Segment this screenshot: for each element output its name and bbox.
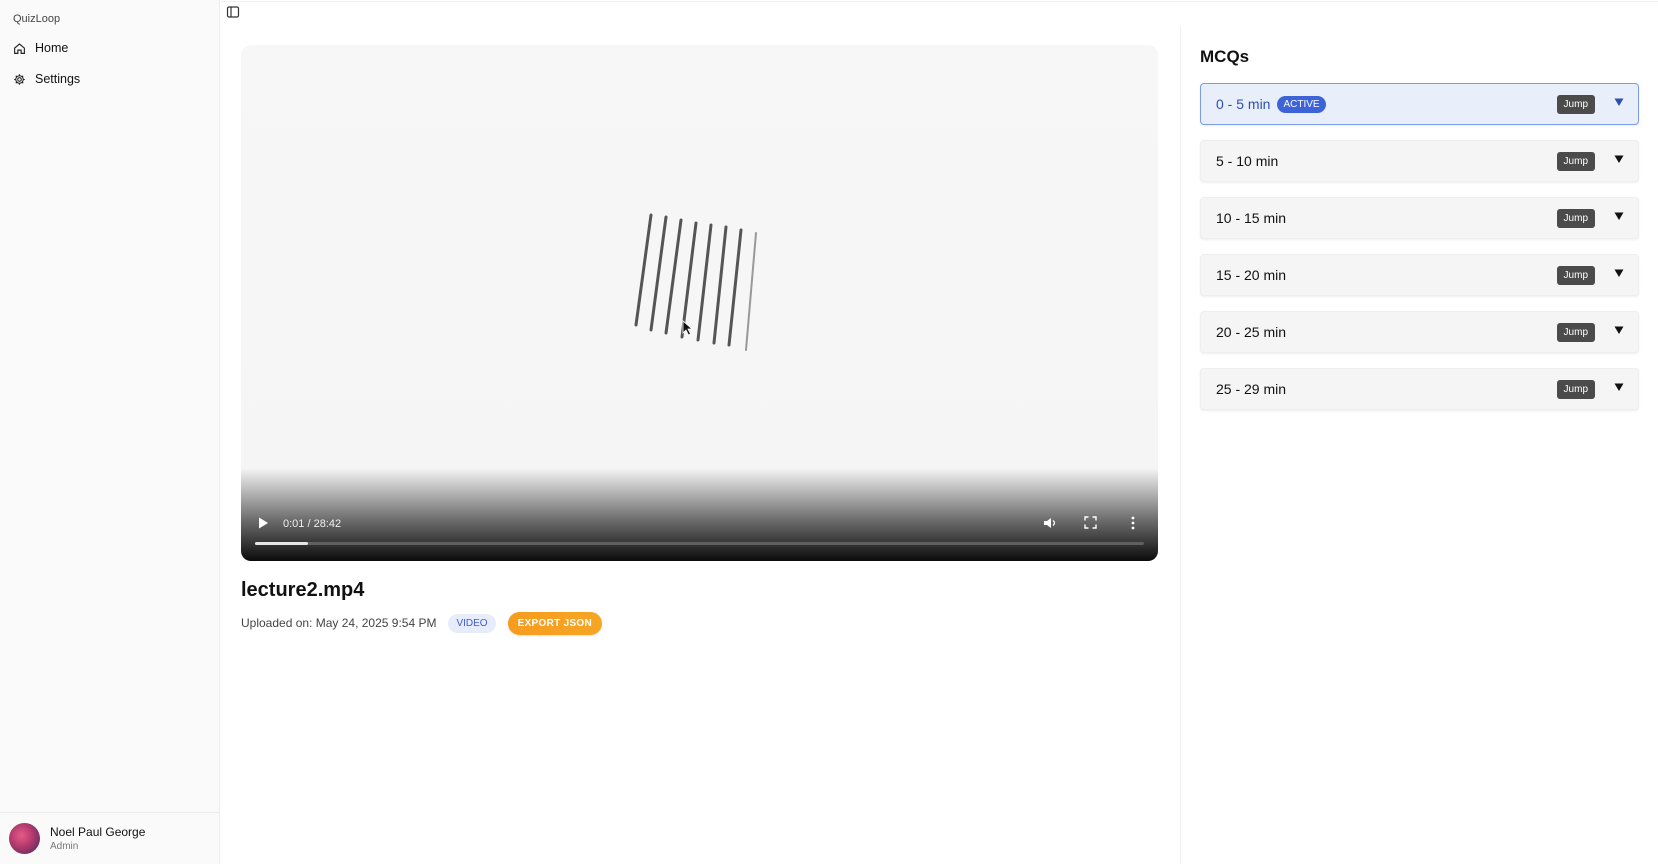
mcq-segment-label: 5 - 10 min bbox=[1216, 153, 1279, 169]
play-icon[interactable] bbox=[256, 516, 270, 530]
expand-arrow-icon[interactable] bbox=[1614, 154, 1624, 164]
video-progress-fill bbox=[255, 542, 309, 545]
sidebar-item-settings[interactable]: Settings bbox=[13, 68, 80, 90]
video-progress-bar[interactable] bbox=[255, 542, 1144, 545]
video-frame-pattern bbox=[634, 213, 757, 351]
expand-arrow-icon[interactable] bbox=[1614, 325, 1624, 335]
user-name: Noel Paul George bbox=[50, 825, 146, 839]
more-options-icon[interactable] bbox=[1130, 515, 1136, 531]
expand-arrow-icon[interactable] bbox=[1614, 211, 1624, 221]
app-brand: QuizLoop bbox=[13, 13, 61, 25]
mcq-segment-label: 0 - 5 min bbox=[1216, 96, 1271, 112]
user-profile[interactable]: Noel Paul George Admin bbox=[0, 812, 219, 864]
mcq-segment-label: 15 - 20 min bbox=[1216, 267, 1287, 283]
avatar bbox=[9, 823, 40, 854]
mcq-segment-list: 0 - 5 min ACTIVE Jump 5 - 10 min Jump 10 - 15… bbox=[1200, 83, 1639, 425]
jump-button[interactable]: Jump bbox=[1556, 266, 1595, 285]
file-meta: Uploaded on: May 24, 2025 9:54 PM VIDEO … bbox=[241, 611, 603, 635]
jump-button[interactable]: Jump bbox=[1556, 95, 1595, 114]
fullscreen-icon[interactable] bbox=[1084, 516, 1097, 529]
export-json-button[interactable]: EXPORT JSON bbox=[507, 611, 603, 635]
sidebar-item-label: Settings bbox=[35, 72, 81, 86]
expand-arrow-icon[interactable] bbox=[1614, 97, 1624, 107]
mcq-segment-item[interactable]: 10 - 15 min Jump bbox=[1200, 197, 1639, 239]
mcq-segment-item[interactable]: 25 - 29 min Jump bbox=[1200, 368, 1639, 410]
sidebar-item-label: Home bbox=[35, 41, 69, 55]
video-time: 0:01 / 28:42 bbox=[283, 518, 342, 530]
jump-button[interactable]: Jump bbox=[1556, 152, 1595, 171]
upload-date: Uploaded on: May 24, 2025 9:54 PM bbox=[241, 616, 437, 630]
mcq-segment-item[interactable]: 20 - 25 min Jump bbox=[1200, 311, 1639, 353]
expand-arrow-icon[interactable] bbox=[1614, 268, 1624, 278]
jump-button[interactable]: Jump bbox=[1556, 209, 1595, 228]
gear-icon bbox=[14, 73, 25, 85]
mcq-segment-label: 25 - 29 min bbox=[1216, 381, 1287, 397]
mouse-cursor-icon bbox=[682, 320, 694, 336]
file-type-badge: VIDEO bbox=[448, 613, 496, 633]
mcq-segment-label: 20 - 25 min bbox=[1216, 324, 1287, 340]
sidebar: QuizLoop Home Settings Noel Paul George … bbox=[0, 0, 220, 864]
jump-button[interactable]: Jump bbox=[1556, 380, 1595, 399]
video-controls: 0:01 / 28:42 bbox=[241, 499, 1158, 561]
mcq-panel-title: MCQs bbox=[1200, 47, 1250, 66]
mcq-segment-item[interactable]: 0 - 5 min ACTIVE Jump bbox=[1200, 83, 1639, 125]
mcq-segment-item[interactable]: 15 - 20 min Jump bbox=[1200, 254, 1639, 296]
home-icon bbox=[14, 42, 25, 54]
user-role: Admin bbox=[50, 841, 79, 852]
mcq-segment-item[interactable]: 5 - 10 min Jump bbox=[1200, 140, 1639, 182]
active-badge: ACTIVE bbox=[1277, 95, 1326, 113]
volume-icon[interactable] bbox=[1042, 515, 1058, 531]
top-border bbox=[221, 0, 1658, 2]
sidebar-toggle-icon[interactable] bbox=[226, 5, 240, 19]
file-title: lecture2.mp4 bbox=[241, 579, 365, 601]
sidebar-item-home[interactable]: Home bbox=[13, 37, 68, 59]
expand-arrow-icon[interactable] bbox=[1614, 382, 1624, 392]
mcq-segment-label: 10 - 15 min bbox=[1216, 210, 1287, 226]
panel-divider bbox=[1180, 26, 1181, 864]
jump-button[interactable]: Jump bbox=[1556, 323, 1595, 342]
video-player[interactable]: 0:01 / 28:42 bbox=[241, 45, 1158, 561]
